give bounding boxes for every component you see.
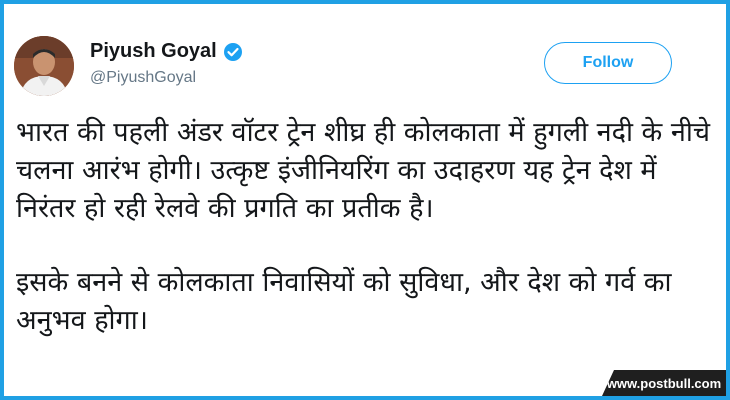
tweet-text: भारत की पहली अंडर वॉटर ट्रेन शीघ्र ही को…: [16, 114, 716, 340]
follow-button[interactable]: Follow: [544, 42, 672, 84]
user-handle[interactable]: @PiyushGoyal: [90, 69, 243, 87]
tweet-paragraph: इसके बनने से कोलकाता निवासियों को सुविधा…: [16, 267, 672, 336]
tweet-card: Piyush Goyal @PiyushGoyal Follow भारत की…: [4, 4, 726, 396]
avatar[interactable]: [14, 36, 74, 96]
tweet-header: Piyush Goyal @PiyushGoyal Follow: [14, 36, 714, 98]
watermark: www.postbull.com: [602, 370, 726, 396]
tweet-paragraph: भारत की पहली अंडर वॉटर ट्रेन शीघ्र ही को…: [16, 117, 710, 224]
display-name[interactable]: Piyush Goyal: [90, 40, 217, 63]
image-frame: Piyush Goyal @PiyushGoyal Follow भारत की…: [0, 0, 730, 400]
name-row: Piyush Goyal: [90, 40, 243, 63]
verified-badge-icon: [223, 42, 243, 62]
name-block: Piyush Goyal @PiyushGoyal: [90, 40, 243, 87]
